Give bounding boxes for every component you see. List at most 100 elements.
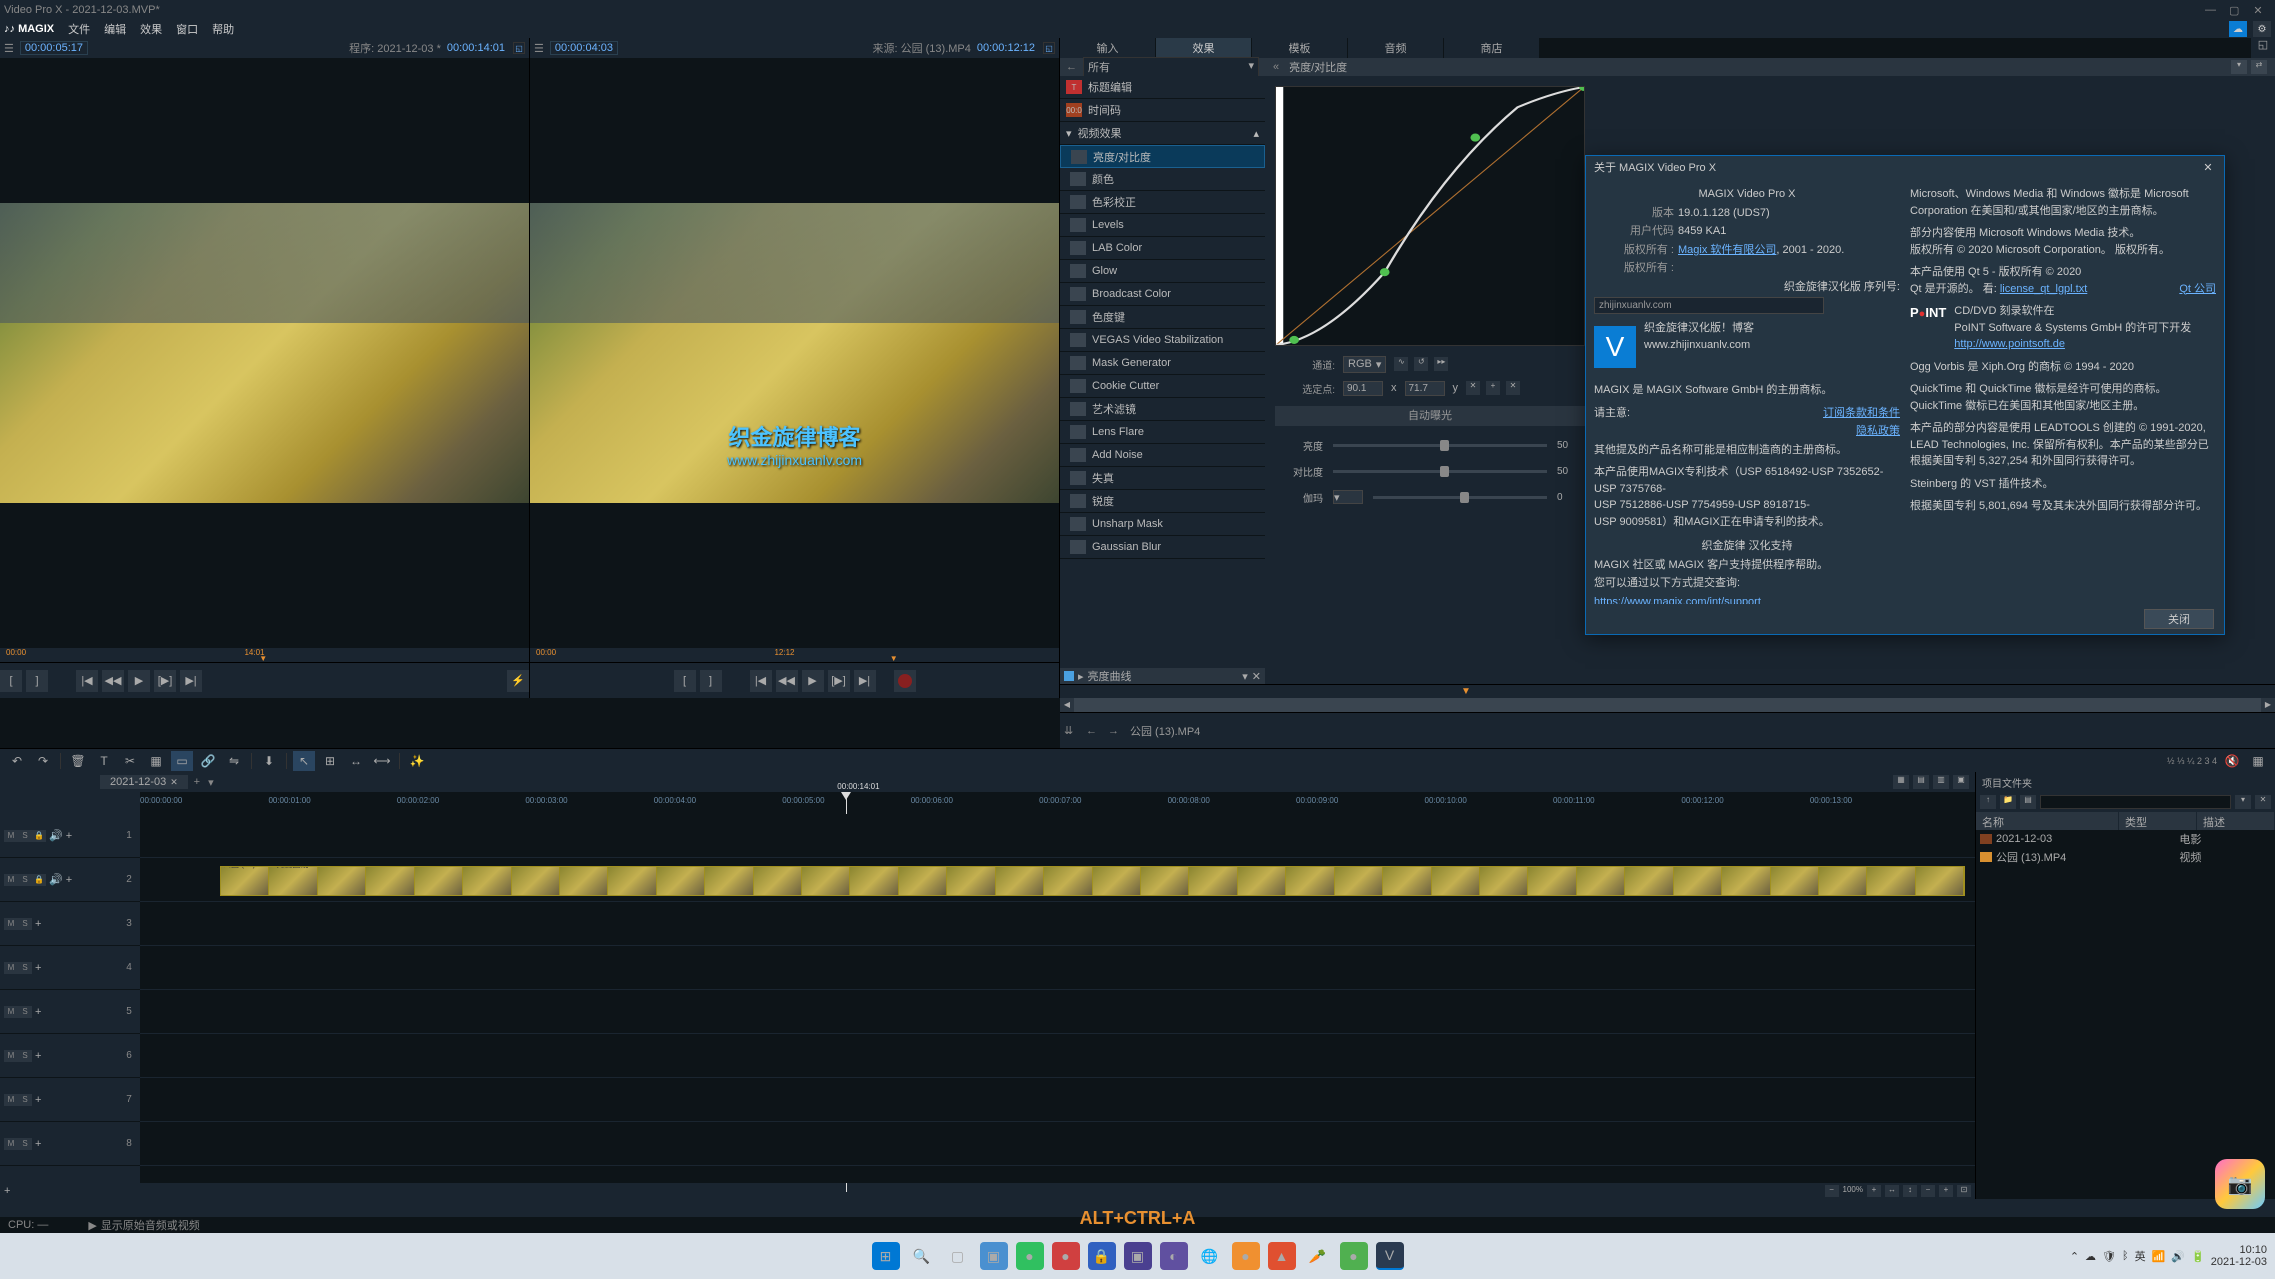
col-type[interactable]: 类型 <box>2119 812 2197 830</box>
fx-enable-checkbox[interactable] <box>1064 671 1074 681</box>
close-button[interactable]: ✕ <box>2253 4 2263 17</box>
view-mode-4-icon[interactable]: ▣ <box>1953 775 1969 789</box>
start-button[interactable]: ⊞ <box>872 1242 900 1270</box>
add-track-button[interactable]: + <box>4 1185 10 1197</box>
play-range-button[interactable]: [▶] <box>154 670 176 692</box>
curve-tool-icon[interactable]: ∿ <box>1394 357 1408 371</box>
app-icon[interactable]: ▣ <box>1124 1242 1152 1270</box>
path-input[interactable] <box>2040 795 2231 809</box>
track-row-1[interactable] <box>140 814 1975 858</box>
timecode-in[interactable]: 00:00:05:17 <box>20 41 88 55</box>
menu-help[interactable]: 帮助 <box>210 21 236 37</box>
tab-menu-icon[interactable]: ▾ <box>204 776 218 789</box>
chevron-right-icon[interactable]: ▸ <box>1078 670 1084 683</box>
play-icon[interactable]: ▶ <box>88 1219 96 1232</box>
fx-art-filter[interactable]: 艺术滤镜 <box>1060 398 1265 421</box>
fx-gaussian-blur[interactable]: Gaussian Blur <box>1060 536 1265 559</box>
track-row-3[interactable] <box>140 902 1975 946</box>
track-header-7[interactable]: MS+7 <box>0 1078 140 1122</box>
minimize-button[interactable]: — <box>2205 4 2215 17</box>
fx-lens-flare[interactable]: Lens Flare <box>1060 421 1265 444</box>
fx-lab-color[interactable]: LAB Color <box>1060 237 1265 260</box>
solo-icon[interactable]: S <box>18 874 32 886</box>
fx-item-title[interactable]: T标题编辑 <box>1060 76 1265 99</box>
goto-end-button[interactable]: ▶| <box>854 670 876 692</box>
mute-icon[interactable]: M <box>4 830 18 842</box>
solo-icon[interactable]: S <box>18 1138 32 1150</box>
tray-battery-icon[interactable]: 🔋 <box>2191 1250 2205 1263</box>
menu-window[interactable]: 窗口 <box>174 21 200 37</box>
point-y-input[interactable]: 71.7 <box>1405 381 1445 396</box>
mute-icon[interactable]: M <box>4 1094 18 1106</box>
edge-icon[interactable]: 🌐 <box>1196 1242 1224 1270</box>
flash-icon[interactable]: ⚡ <box>507 670 529 692</box>
play-button[interactable]: ▶ <box>128 670 150 692</box>
mute-icon[interactable]: M <box>4 874 18 886</box>
dropdown-icon[interactable]: ▾ <box>2231 60 2247 74</box>
lock-icon[interactable]: 🔒 <box>32 830 46 842</box>
zoom-fit-v-icon[interactable]: ↕ <box>1903 1185 1917 1197</box>
close-icon[interactable]: ✕ <box>2255 795 2271 809</box>
settings-icon[interactable]: ⚙ <box>2253 21 2271 37</box>
contrast-slider[interactable] <box>1333 470 1547 473</box>
curve-editor[interactable] <box>1275 86 1585 346</box>
tray-cloud-icon[interactable]: ☁ <box>2085 1250 2096 1263</box>
dropdown-icon[interactable]: ▾ <box>2235 795 2251 809</box>
redo-button[interactable]: ↷ <box>32 751 54 771</box>
scroll-right-icon[interactable]: ▶ <box>2261 698 2275 712</box>
fx-levels[interactable]: Levels <box>1060 214 1265 237</box>
fx-vegas-stabilization[interactable]: VEGAS Video Stabilization <box>1060 329 1265 352</box>
browser-item[interactable]: 公园 (13).MP4视频 <box>1976 848 2275 866</box>
fx-mask-generator[interactable]: Mask Generator <box>1060 352 1265 375</box>
tab-audio[interactable]: 音频 <box>1348 38 1443 58</box>
mute-icon[interactable]: M <box>4 1006 18 1018</box>
fx-group-video[interactable]: ▾视频效果▴ <box>1060 122 1265 145</box>
scrollbar[interactable] <box>1074 698 2261 712</box>
tray-volume-icon[interactable]: 🔊 <box>2171 1250 2185 1263</box>
pointsoft-link[interactable]: http://www.pointsoft.de <box>1954 338 2065 350</box>
tab-import[interactable]: 输入 <box>1060 38 1155 58</box>
app-icon[interactable]: 🥕 <box>1304 1242 1332 1270</box>
stretch-tool[interactable]: ⟷ <box>371 751 393 771</box>
view-icon[interactable]: ▤ <box>2020 795 2036 809</box>
pointer-tool[interactable]: ↖ <box>293 751 315 771</box>
preview-ruler[interactable]: 00:00 ▼ 14:01 <box>0 648 529 662</box>
app-icon[interactable]: ● <box>1016 1242 1044 1270</box>
next-icon[interactable]: ▸▸ <box>1434 357 1448 371</box>
track-header-1[interactable]: MS🔒🔊+1 <box>0 814 140 858</box>
fx-color-correction[interactable]: 色彩校正 <box>1060 191 1265 214</box>
menu-file[interactable]: 文件 <box>66 21 92 37</box>
fx-glow[interactable]: Glow <box>1060 260 1265 283</box>
dropdown-icon[interactable]: ▾ <box>1242 670 1248 683</box>
fx-cookie-cutter[interactable]: Cookie Cutter <box>1060 375 1265 398</box>
zoom-all-icon[interactable]: ⊡ <box>1957 1185 1971 1197</box>
plus-icon[interactable]: + <box>35 962 41 974</box>
serial-input[interactable] <box>1594 297 1824 314</box>
timecode-in[interactable]: 00:00:04:03 <box>550 41 618 55</box>
solo-icon[interactable]: S <box>18 830 32 842</box>
prev-frame-button[interactable]: ◀◀ <box>102 670 124 692</box>
plus-icon[interactable]: + <box>66 874 72 886</box>
col-desc[interactable]: 描述 <box>2197 812 2275 830</box>
tray-clock[interactable]: 10:10 2021-12-03 <box>2211 1244 2267 1268</box>
fx-brightness-contrast[interactable]: 亮度/对比度 <box>1060 145 1265 168</box>
track-header-8[interactable]: MS+8 <box>0 1122 140 1166</box>
up-icon[interactable]: ↑ <box>1980 795 1996 809</box>
back-icon[interactable]: ← <box>1086 725 1102 737</box>
search-icon[interactable]: 🔍 <box>908 1242 936 1270</box>
goto-end-button[interactable]: ▶| <box>180 670 202 692</box>
zoom-plus-icon[interactable]: + <box>1939 1185 1953 1197</box>
mute-icon[interactable]: M <box>4 962 18 974</box>
tray-antivirus-icon[interactable]: 🛡 <box>2102 1250 2116 1263</box>
scroll-left-icon[interactable]: ◀ <box>1060 698 1074 712</box>
close-button[interactable]: 关闭 <box>2144 609 2214 629</box>
tab-templates[interactable]: 模板 <box>1252 38 1347 58</box>
plus-icon[interactable]: + <box>35 1050 41 1062</box>
delete-button[interactable]: 🗑 <box>67 751 89 771</box>
col-name[interactable]: 名称 <box>1976 812 2119 830</box>
link-button[interactable]: 🔗 <box>197 751 219 771</box>
mark-out-button[interactable]: ] <box>700 670 722 692</box>
terms-link[interactable]: 订阅条款和条件 <box>1823 405 1900 422</box>
magix-link[interactable]: Magix 软件有限公司 <box>1678 244 1776 256</box>
timeline-ruler[interactable]: 00:00:00:00 00:00:01:00 00:00:02:00 00:0… <box>140 792 1975 814</box>
